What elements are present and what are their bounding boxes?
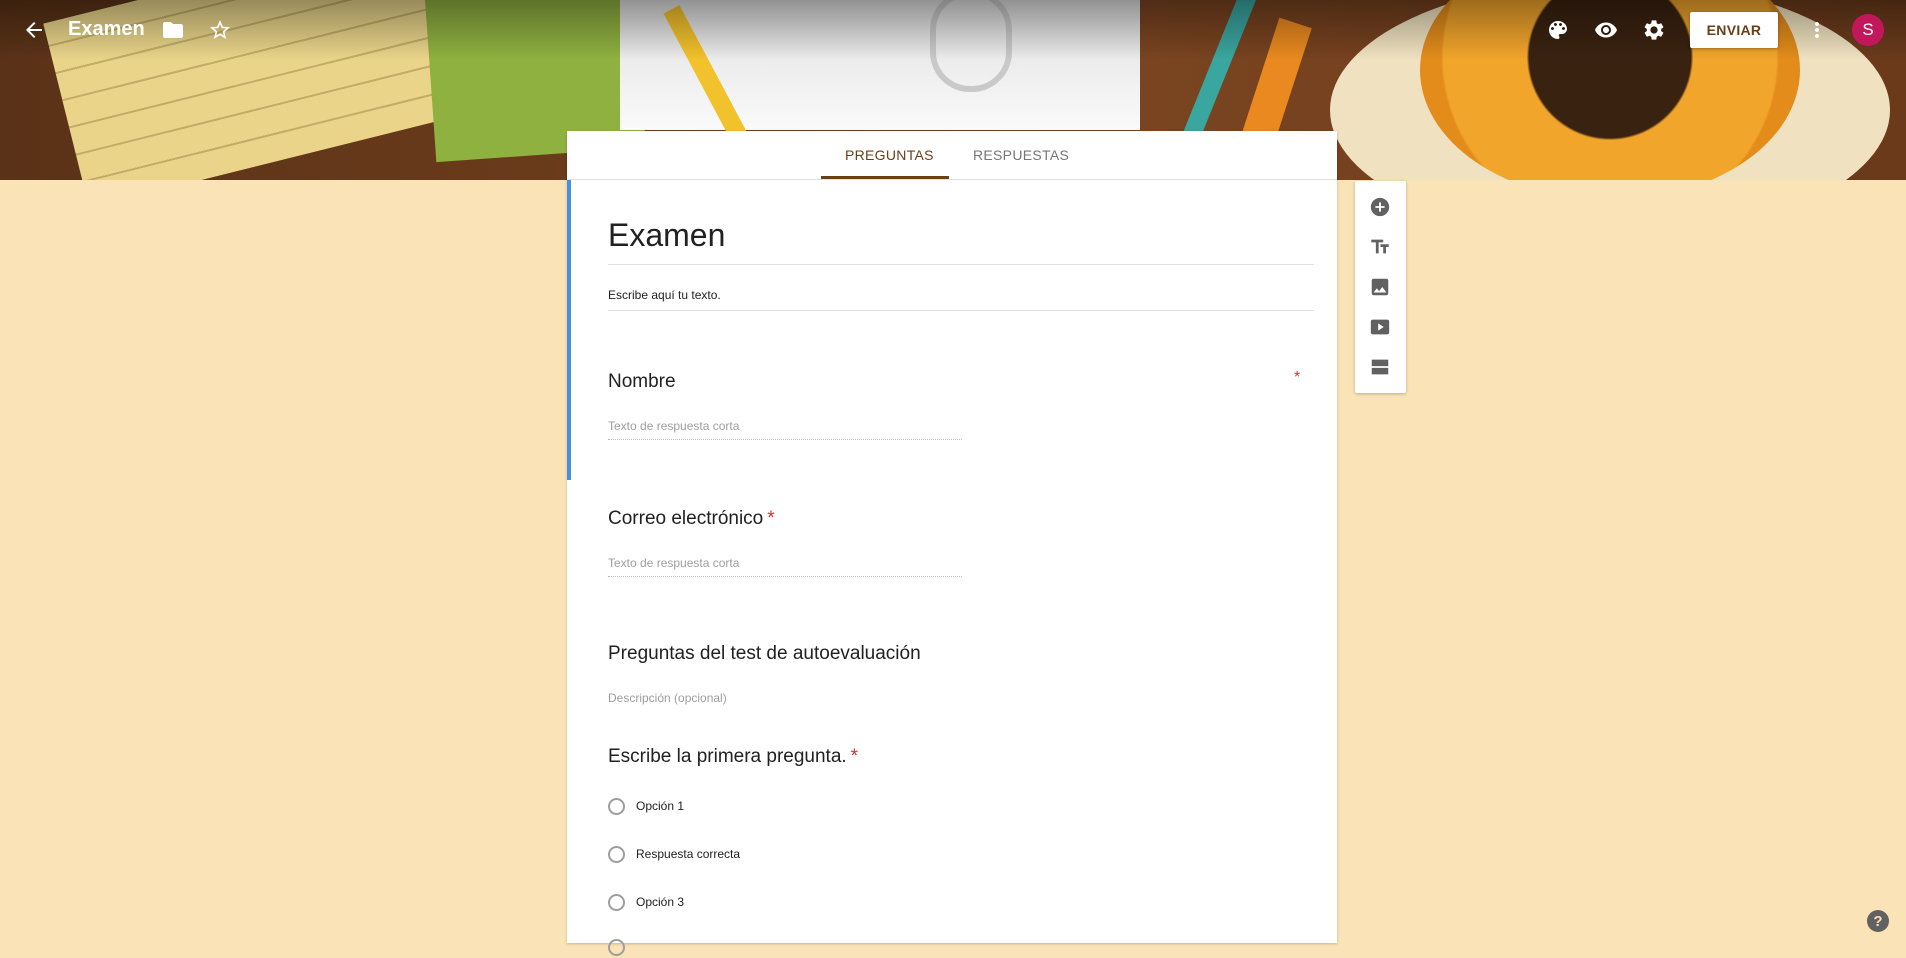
avatar[interactable]: S [1852,14,1884,46]
banner-shade [0,0,1906,60]
choice-option-label: Respuesta correcta [636,847,741,861]
short-answer-field: Texto de respuesta corta [608,419,962,440]
section-title[interactable]: Preguntas del test de autoevaluación [608,643,921,665]
radio-icon[interactable] [608,893,625,911]
section-icon[interactable] [1368,355,1392,379]
add-circle-icon[interactable] [1368,195,1392,219]
more-vert-icon[interactable] [1805,18,1829,42]
doc-title[interactable]: Examen [68,18,145,41]
palette-icon[interactable] [1546,18,1570,42]
radio-icon[interactable] [608,797,625,815]
tab-preguntas[interactable]: PREGUNTAS [845,131,934,179]
tab-bar: PREGUNTAS RESPUESTAS [567,131,1337,180]
radio-icon[interactable] [608,938,625,956]
focus-indicator [567,180,571,480]
choice-option[interactable]: Respuesta correcta [608,843,740,865]
form-title[interactable]: Examen [608,217,1314,265]
video-icon[interactable] [1368,315,1392,339]
title-text-icon[interactable] [1368,235,1392,259]
choice-option-label: Opción 3 [636,895,685,909]
star-outline-icon[interactable] [208,18,232,42]
question-toolbar [1355,181,1406,393]
send-button[interactable]: ENVIAR [1690,12,1778,48]
gear-icon[interactable] [1642,18,1666,42]
help-icon[interactable]: ? [1867,910,1889,932]
form-card: PREGUNTAS RESPUESTAS Examen Escribe aquí… [567,131,1337,956]
short-answer-field: Texto de respuesta corta [608,556,962,577]
folder-icon[interactable] [161,18,185,42]
question-title[interactable]: Escribe la primera pregunta. * [608,746,858,768]
choice-option[interactable]: Opción 1 [608,795,684,817]
question-title[interactable]: Nombre [608,371,676,393]
required-marker: * [1294,369,1301,386]
active-tab-indicator [821,176,949,179]
question-title-text: Nombre [608,371,676,392]
image-icon[interactable] [1368,275,1392,299]
section-description[interactable]: Descripción (opcional) [608,691,727,705]
tab-respuestas[interactable]: RESPUESTAS [973,131,1069,179]
radio-icon[interactable] [608,845,625,863]
question-title-text: Escribe la primera pregunta. [608,746,847,767]
choice-option[interactable] [608,936,636,958]
required-marker: * [850,746,859,767]
choice-option-label: Opción 1 [636,799,685,813]
required-marker: * [767,508,775,529]
question-title-text: Correo electrónico [608,508,764,529]
question-title[interactable]: Correo electrónico * [608,508,775,530]
form-description[interactable]: Escribe aquí tu texto. [608,288,1314,311]
eye-icon[interactable] [1594,18,1618,42]
choice-option[interactable]: Opción 3 [608,891,684,913]
arrow-back-icon[interactable] [22,18,46,42]
